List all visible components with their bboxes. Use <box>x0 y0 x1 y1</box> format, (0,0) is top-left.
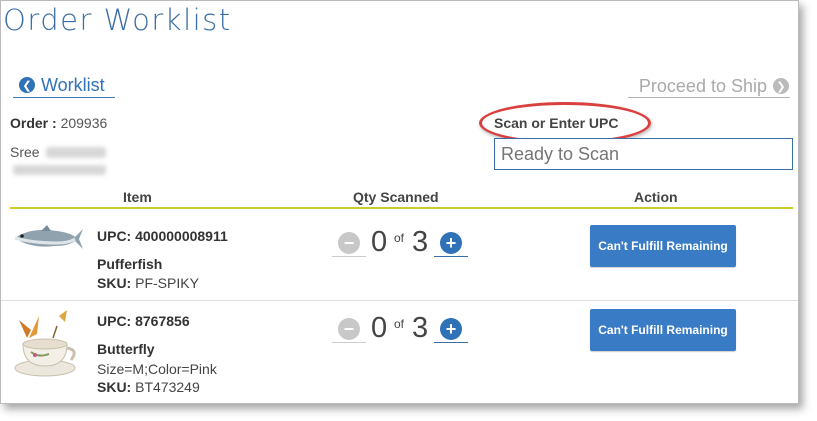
customer-first-name: Sree <box>10 144 40 160</box>
qty-scanned: 0 <box>371 226 388 258</box>
chevron-right-icon: ❯ <box>773 78 789 94</box>
redacted-last-name <box>45 146 106 158</box>
increment-button[interactable]: + <box>434 230 468 257</box>
increment-button[interactable]: + <box>434 316 468 343</box>
sku-label: SKU: <box>97 379 132 395</box>
item-upc: UPC: 400000008911 <box>97 228 228 244</box>
sku-value: PF-SPIKY <box>135 275 199 291</box>
plus-icon: + <box>440 318 462 340</box>
minus-icon: − <box>338 232 360 254</box>
plus-icon: + <box>440 232 462 254</box>
back-link-label: Worklist <box>41 74 105 95</box>
page-title: Order Worklist <box>3 3 232 37</box>
column-header-item: Item <box>123 189 152 205</box>
quantity-stepper: − 0 of 3 + <box>332 312 472 352</box>
proceed-to-ship-link[interactable]: Proceed to Ship ❯ <box>628 75 790 98</box>
cant-fulfill-remaining-button[interactable]: Can't Fulfill Remaining <box>590 225 736 267</box>
teacup-butterfly-image <box>14 310 76 377</box>
item-sku: SKU: BT473249 <box>97 379 200 395</box>
chevron-left-icon: ❮ <box>19 77 35 93</box>
item-attributes: Size=M;Color=Pink <box>97 361 217 377</box>
item-upc: UPC: 8767856 <box>97 313 190 329</box>
decrement-button[interactable]: − <box>332 230 366 257</box>
proceed-link-label: Proceed to Ship <box>638 75 767 96</box>
column-header-qty-scanned: Qty Scanned <box>353 189 439 205</box>
redacted-customer-detail <box>13 165 106 175</box>
fish-image <box>14 225 83 249</box>
qty-of-label: of <box>394 317 405 331</box>
row-divider <box>1 300 798 301</box>
qty-total: 3 <box>412 226 429 258</box>
qty-of-label: of <box>394 231 405 245</box>
qty-total: 3 <box>412 312 429 344</box>
order-number: Order : 209936 <box>10 115 107 131</box>
sku-label: SKU: <box>97 275 132 291</box>
customer-name: Sree <box>10 144 106 160</box>
qty-scanned: 0 <box>371 312 388 344</box>
cant-fulfill-remaining-button[interactable]: Can't Fulfill Remaining <box>590 309 736 351</box>
item-sku: SKU: PF-SPIKY <box>97 275 199 291</box>
order-worklist-panel: Order Worklist ❮ Worklist Proceed to Shi… <box>0 0 799 404</box>
column-header-action: Action <box>634 189 678 205</box>
item-name: Butterfly <box>97 341 155 357</box>
item-name: Pufferfish <box>97 256 163 272</box>
scan-upc-input[interactable] <box>494 138 793 170</box>
header-divider <box>10 207 793 209</box>
back-to-worklist-link[interactable]: ❮ Worklist <box>13 73 115 98</box>
sku-value: BT473249 <box>135 379 200 395</box>
quantity-stepper: − 0 of 3 + <box>332 226 472 266</box>
order-label: Order : <box>10 115 57 131</box>
minus-icon: − <box>338 318 360 340</box>
decrement-button[interactable]: − <box>332 316 366 343</box>
order-number-value: 209936 <box>60 115 108 131</box>
